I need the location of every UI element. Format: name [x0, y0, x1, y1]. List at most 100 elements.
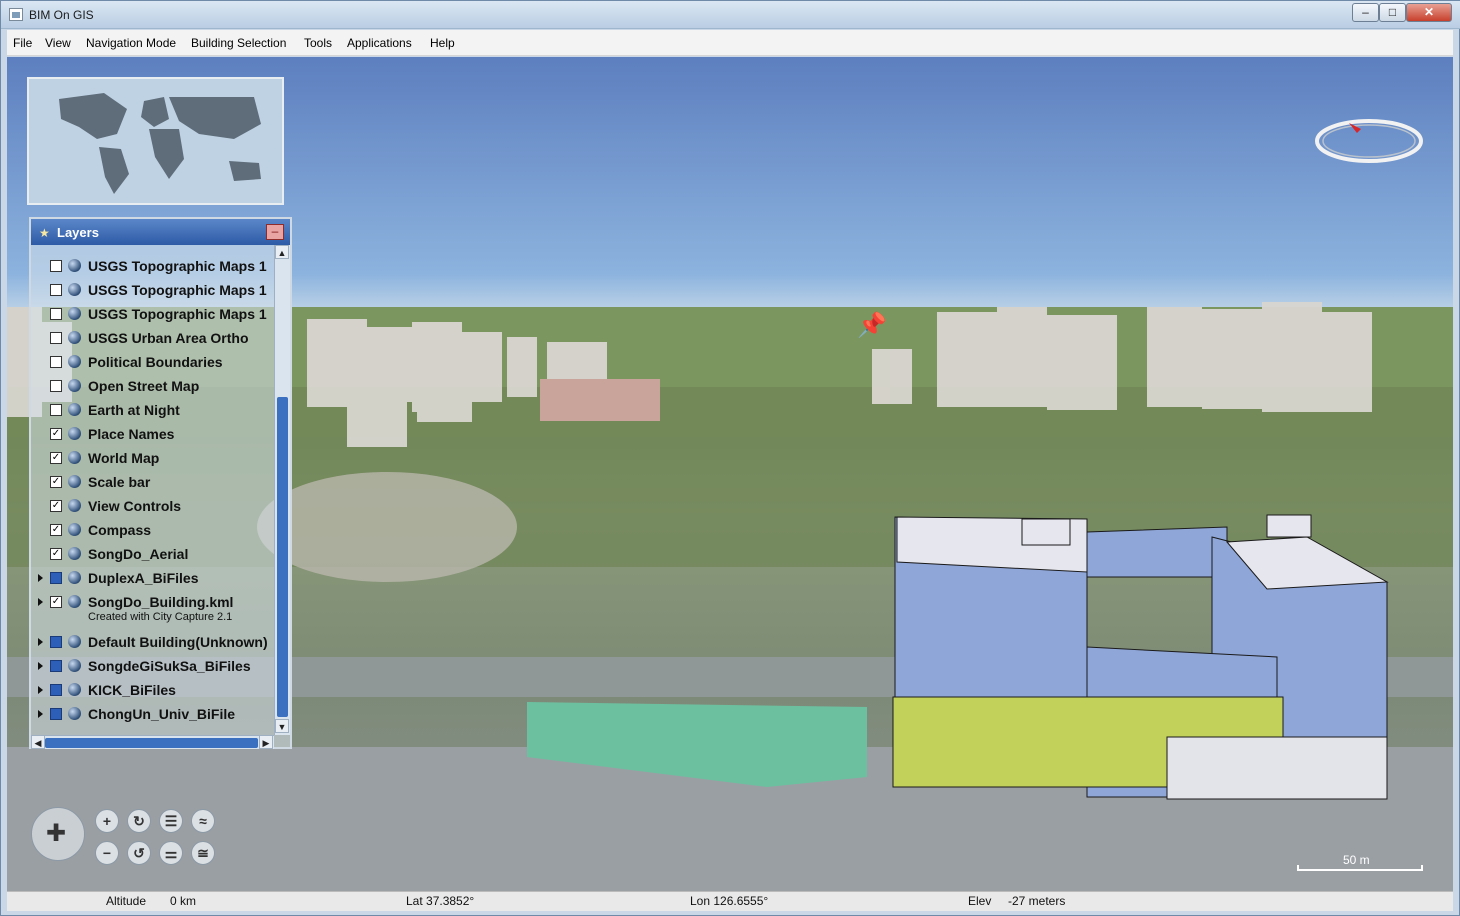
- layer-row[interactable]: DuplexA_BiFiles: [31, 567, 274, 591]
- layer-label: World Map: [88, 450, 160, 466]
- expand-arrow-icon[interactable]: [38, 638, 43, 646]
- expand-arrow-icon[interactable]: [38, 686, 43, 694]
- minimize-button[interactable]: –: [1352, 3, 1379, 22]
- scroll-down-icon[interactable]: ▼: [275, 719, 289, 733]
- scroll-left-icon[interactable]: ◀: [31, 735, 45, 749]
- scroll-right-icon[interactable]: ▶: [259, 735, 273, 749]
- layers-horizontal-scrollbar[interactable]: ◀ ▶: [31, 735, 274, 749]
- layer-checkbox[interactable]: [50, 332, 62, 344]
- globe-icon: [68, 379, 81, 392]
- layer-checkbox[interactable]: [50, 452, 62, 464]
- menu-file[interactable]: File: [13, 36, 32, 50]
- world-map-overview[interactable]: [27, 77, 284, 205]
- layer-row[interactable]: Default Building(Unknown): [31, 631, 274, 655]
- globe-icon: [68, 355, 81, 368]
- layer-checkbox[interactable]: [50, 380, 62, 392]
- layer-checkbox[interactable]: [50, 260, 62, 272]
- globe-icon: [68, 523, 81, 536]
- layer-row[interactable]: View Controls: [31, 495, 274, 519]
- rotate-back-icon[interactable]: ↺: [127, 841, 151, 865]
- layers-list: USGS Topographic Maps 1 USGS Topographic …: [31, 245, 274, 735]
- window-title: BIM On GIS: [29, 8, 94, 22]
- layer-row[interactable]: Political Boundaries: [31, 351, 274, 375]
- vertical-exaggeration-up-icon[interactable]: ≈: [191, 809, 215, 833]
- vertical-scroll-thumb[interactable]: [277, 397, 288, 717]
- rotate-icon[interactable]: ↻: [127, 809, 151, 833]
- layer-row[interactable]: USGS Topographic Maps 1: [31, 303, 274, 327]
- globe-viewport[interactable]: ★ Layers – USGS Topographic Maps 1 USGS T…: [7, 57, 1453, 891]
- layer-label: SongDo_Building.kml: [88, 594, 234, 610]
- vertical-exaggeration-down-icon[interactable]: ≅: [191, 841, 215, 865]
- layers-minimize-button[interactable]: –: [266, 224, 284, 240]
- menu-navigation-mode[interactable]: Navigation Mode: [86, 36, 176, 50]
- layer-checkbox[interactable]: [50, 308, 62, 320]
- expand-arrow-icon[interactable]: [38, 598, 43, 606]
- layer-checkbox[interactable]: [50, 500, 62, 512]
- expand-arrow-icon[interactable]: [38, 662, 43, 670]
- layer-label: Default Building(Unknown): [88, 634, 268, 650]
- zoom-in-icon[interactable]: +: [95, 809, 119, 833]
- layer-row[interactable]: SongDo_Building.kmlCreated with City Cap…: [31, 591, 274, 623]
- layer-checkbox[interactable]: [50, 684, 62, 696]
- menu-help[interactable]: Help: [430, 36, 455, 50]
- horizontal-scroll-thumb[interactable]: [45, 738, 258, 748]
- title-bar[interactable]: BIM On GIS – □ ✕: [1, 1, 1460, 29]
- layers-panel: ★ Layers – USGS Topographic Maps 1 USGS T…: [29, 217, 292, 749]
- expand-arrow-icon[interactable]: [38, 574, 43, 582]
- layer-checkbox[interactable]: [50, 636, 62, 648]
- layer-label: Political Boundaries: [88, 354, 223, 370]
- globe-icon: [68, 635, 81, 648]
- menu-applications[interactable]: Applications: [347, 36, 412, 50]
- globe-icon: [68, 475, 81, 488]
- layer-checkbox[interactable]: [50, 572, 62, 584]
- layer-checkbox[interactable]: [50, 548, 62, 560]
- scroll-up-icon[interactable]: ▲: [275, 245, 289, 259]
- layer-label: Earth at Night: [88, 402, 180, 418]
- layer-row[interactable]: Place Names: [31, 423, 274, 447]
- menu-view[interactable]: View: [45, 36, 71, 50]
- elevation-value: -27 meters: [1008, 894, 1066, 908]
- tilt-up-icon[interactable]: ☰: [159, 809, 183, 833]
- layer-checkbox[interactable]: [50, 708, 62, 720]
- globe-icon: [68, 547, 81, 560]
- app-icon: [9, 8, 23, 21]
- layer-checkbox[interactable]: [50, 356, 62, 368]
- layer-label: USGS Topographic Maps 1: [88, 282, 267, 298]
- layer-row[interactable]: Scale bar: [31, 471, 274, 495]
- pushpin-icon[interactable]: 📌: [857, 311, 887, 340]
- tilt-down-icon[interactable]: ⚌: [159, 841, 183, 865]
- layer-row[interactable]: SongdeGiSukSa_BiFiles: [31, 655, 274, 679]
- layer-row[interactable]: USGS Urban Area Ortho: [31, 327, 274, 351]
- layer-row[interactable]: Compass: [31, 519, 274, 543]
- layer-checkbox[interactable]: [50, 404, 62, 416]
- scale-bar: 50 m: [1297, 853, 1427, 875]
- menu-building-selection[interactable]: Building Selection: [191, 36, 286, 50]
- layers-vertical-scrollbar[interactable]: ▲ ▼: [274, 245, 290, 735]
- layer-row[interactable]: SongDo_Aerial: [31, 543, 274, 567]
- layer-checkbox[interactable]: [50, 284, 62, 296]
- layer-row[interactable]: KICK_BiFiles: [31, 679, 274, 703]
- layer-row[interactable]: World Map: [31, 447, 274, 471]
- layer-row[interactable]: USGS Topographic Maps 1: [31, 279, 274, 303]
- layer-checkbox[interactable]: [50, 476, 62, 488]
- layer-row[interactable]: Open Street Map: [31, 375, 274, 399]
- layer-checkbox[interactable]: [50, 660, 62, 672]
- zoom-out-icon[interactable]: −: [95, 841, 119, 865]
- close-button[interactable]: ✕: [1406, 3, 1452, 22]
- layer-row[interactable]: USGS Topographic Maps 1: [31, 255, 274, 279]
- layers-header[interactable]: ★ Layers –: [31, 219, 290, 245]
- layer-row[interactable]: Earth at Night: [31, 399, 274, 423]
- compass-icon[interactable]: [1313, 117, 1425, 165]
- expand-arrow-icon[interactable]: [38, 710, 43, 718]
- layer-checkbox[interactable]: [50, 428, 62, 440]
- layer-row[interactable]: ChongUn_Univ_BiFile: [31, 703, 274, 727]
- globe-icon: [68, 683, 81, 696]
- layer-label: DuplexA_BiFiles: [88, 570, 199, 586]
- menu-tools[interactable]: Tools: [304, 36, 332, 50]
- layer-label: KICK_BiFiles: [88, 682, 176, 698]
- layer-checkbox[interactable]: [50, 596, 62, 608]
- pan-control-icon[interactable]: [31, 807, 85, 861]
- layer-checkbox[interactable]: [50, 524, 62, 536]
- layer-sublabel: Created with City Capture 2.1: [88, 611, 233, 623]
- maximize-button[interactable]: □: [1379, 3, 1406, 22]
